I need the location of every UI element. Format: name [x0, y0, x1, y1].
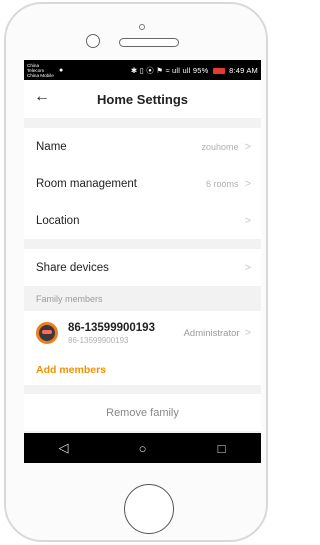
battery-percent: 95%: [192, 65, 209, 75]
name-value: zouhome: [201, 141, 239, 152]
divider-space: [24, 239, 261, 249]
nav-home-icon[interactable]: ○: [128, 441, 158, 456]
divider-space: [24, 118, 261, 128]
name-label: Name: [36, 140, 67, 153]
member-name: 86-13599900193: [68, 321, 155, 334]
status-icons: ✱ ▯ ⦿ ⚑ ≈ ull ull 95% 8:49 AM: [63, 65, 258, 76]
android-nav-bar: ◁ ○ □: [24, 433, 261, 463]
back-arrow-icon[interactable]: ←: [34, 88, 54, 108]
location-row[interactable]: Location >: [24, 202, 261, 239]
nav-recents-icon[interactable]: □: [207, 441, 237, 456]
member-account: 86-13599900193: [68, 335, 129, 345]
chevron-right-icon: >: [244, 177, 251, 190]
add-members-button[interactable]: Add members: [24, 355, 261, 385]
member-row[interactable]: 86-13599900193 86-13599900193 Administra…: [24, 311, 261, 355]
share-group: Share devices >: [24, 249, 261, 286]
share-devices-label: Share devices: [36, 261, 109, 274]
member-role: Administrator: [183, 327, 240, 339]
clock: 8:49 AM: [229, 65, 258, 75]
room-count-value: 6 rooms: [206, 178, 239, 189]
chevron-right-icon: >: [244, 140, 251, 153]
battery-icon: [212, 67, 225, 74]
nav-back-icon[interactable]: ◁: [49, 440, 79, 456]
chevron-right-icon: >: [244, 214, 251, 227]
robot-avatar-icon: [36, 322, 58, 344]
family-members-heading: Family members: [36, 293, 103, 304]
front-camera: [86, 34, 100, 48]
chevron-right-icon: >: [244, 327, 251, 339]
page-title: Home Settings: [96, 91, 188, 107]
location-label: Location: [36, 214, 80, 227]
room-management-row[interactable]: Room management 6 rooms >: [24, 165, 261, 202]
carrier-names: China Telecom China Mobile: [27, 63, 57, 78]
proximity-sensor: [139, 24, 145, 30]
app-screen: China Telecom China Mobile ● ✱ ▯ ⦿ ⚑ ≈ u…: [24, 60, 261, 463]
member-text: 86-13599900193 86-13599900193: [68, 322, 184, 345]
name-row[interactable]: Name zouhome >: [24, 128, 261, 165]
share-devices-row[interactable]: Share devices >: [24, 249, 261, 286]
hardware-home-button[interactable]: [124, 484, 174, 534]
chevron-right-icon: >: [244, 261, 251, 274]
top-app-bar: ← Home Settings: [24, 80, 261, 118]
divider-space: [24, 385, 261, 394]
system-icons: ✱ ▯ ⦿ ⚑ ≈ ull ull: [130, 65, 191, 75]
home-info-group: Name zouhome > Room management 6 rooms >…: [24, 128, 261, 239]
carrier-2: China Mobile: [27, 72, 54, 78]
avatar-visor: [42, 330, 52, 334]
room-management-label: Room management: [36, 177, 137, 190]
remove-family-button[interactable]: Remove family: [24, 394, 261, 431]
status-bar: China Telecom China Mobile ● ✱ ▯ ⦿ ⚑ ≈ u…: [24, 60, 261, 80]
earpiece-speaker: [119, 38, 179, 47]
carrier-1: China Telecom: [27, 62, 45, 73]
